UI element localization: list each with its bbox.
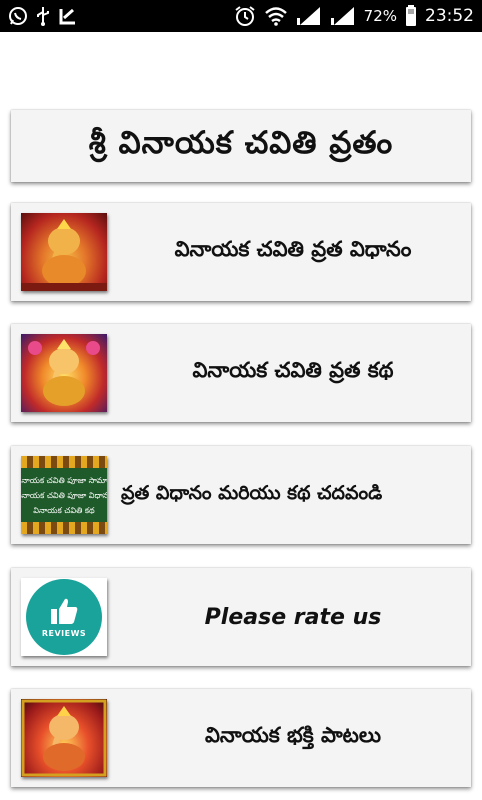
- banner-line: వినాయక చవితి పూజా విధానం: [21, 490, 107, 500]
- reviews-badge: REVIEWS: [26, 579, 102, 655]
- alarm-icon: [234, 5, 256, 27]
- menu-label: Please rate us: [204, 604, 382, 630]
- wifi-icon: [264, 6, 288, 26]
- signal-icon: [296, 6, 322, 26]
- thumbs-up-icon: [51, 598, 78, 624]
- app-title: శ్రీ వినాయక చవితి వ్రతం: [88, 124, 394, 161]
- banner-line: వినాయక చవితి కథ: [33, 505, 95, 515]
- banner-lines: వినాయక చవితి పూజా సామాగ్రి వినాయక చవితి …: [21, 474, 107, 518]
- menu-label: వ్రత విధానం మరియు కథ చదవండి: [121, 481, 383, 504]
- menu-item-rate-us[interactable]: REVIEWS Please rate us: [11, 568, 471, 666]
- usb-icon: [36, 6, 50, 26]
- status-right: 72% 23:52: [234, 5, 474, 27]
- ganesha-image: [21, 699, 107, 777]
- decorative-border: [21, 522, 107, 534]
- menu-label: వినాయక చవితి వ్రత విధానం: [174, 237, 412, 261]
- download-icon: [58, 6, 78, 26]
- title-card: శ్రీ వినాయక చవితి వ్రతం: [11, 110, 471, 182]
- menu-label: వినాయక చవితి వ్రత కథ: [192, 358, 394, 382]
- decorative-border: [21, 456, 107, 468]
- battery-icon: [405, 5, 417, 27]
- signal-icon: [330, 6, 356, 26]
- text-banner-image: వినాయక చవితి పూజా సామాగ్రి వినాయక చవితి …: [21, 456, 107, 534]
- menu-label: వినాయక భక్తి పాటలు: [204, 723, 382, 747]
- status-left: [8, 6, 78, 26]
- menu-item-vratha-katha[interactable]: వినాయక చవితి వ్రత కథ: [11, 324, 471, 422]
- banner-line: వినాయక చవితి పూజా సామాగ్రి: [21, 476, 107, 486]
- reviews-text: REVIEWS: [41, 628, 87, 638]
- ganesha-image: [21, 213, 107, 291]
- clock: 23:52: [425, 6, 474, 26]
- reviews-icon: REVIEWS: [21, 578, 107, 656]
- status-bar: 72% 23:52: [0, 0, 482, 32]
- battery-percent: 72%: [363, 7, 397, 25]
- menu-item-vratha-vidhanam[interactable]: వినాయక చవితి వ్రత విధానం: [11, 203, 471, 301]
- menu-item-bhakti-songs[interactable]: వినాయక భక్తి పాటలు: [11, 689, 471, 787]
- whatsapp-icon: [8, 6, 28, 26]
- menu-item-read-vidhanam-katha[interactable]: వినాయక చవితి పూజా సామాగ్రి వినాయక చవితి …: [11, 446, 471, 544]
- ganesha-image: [21, 334, 107, 412]
